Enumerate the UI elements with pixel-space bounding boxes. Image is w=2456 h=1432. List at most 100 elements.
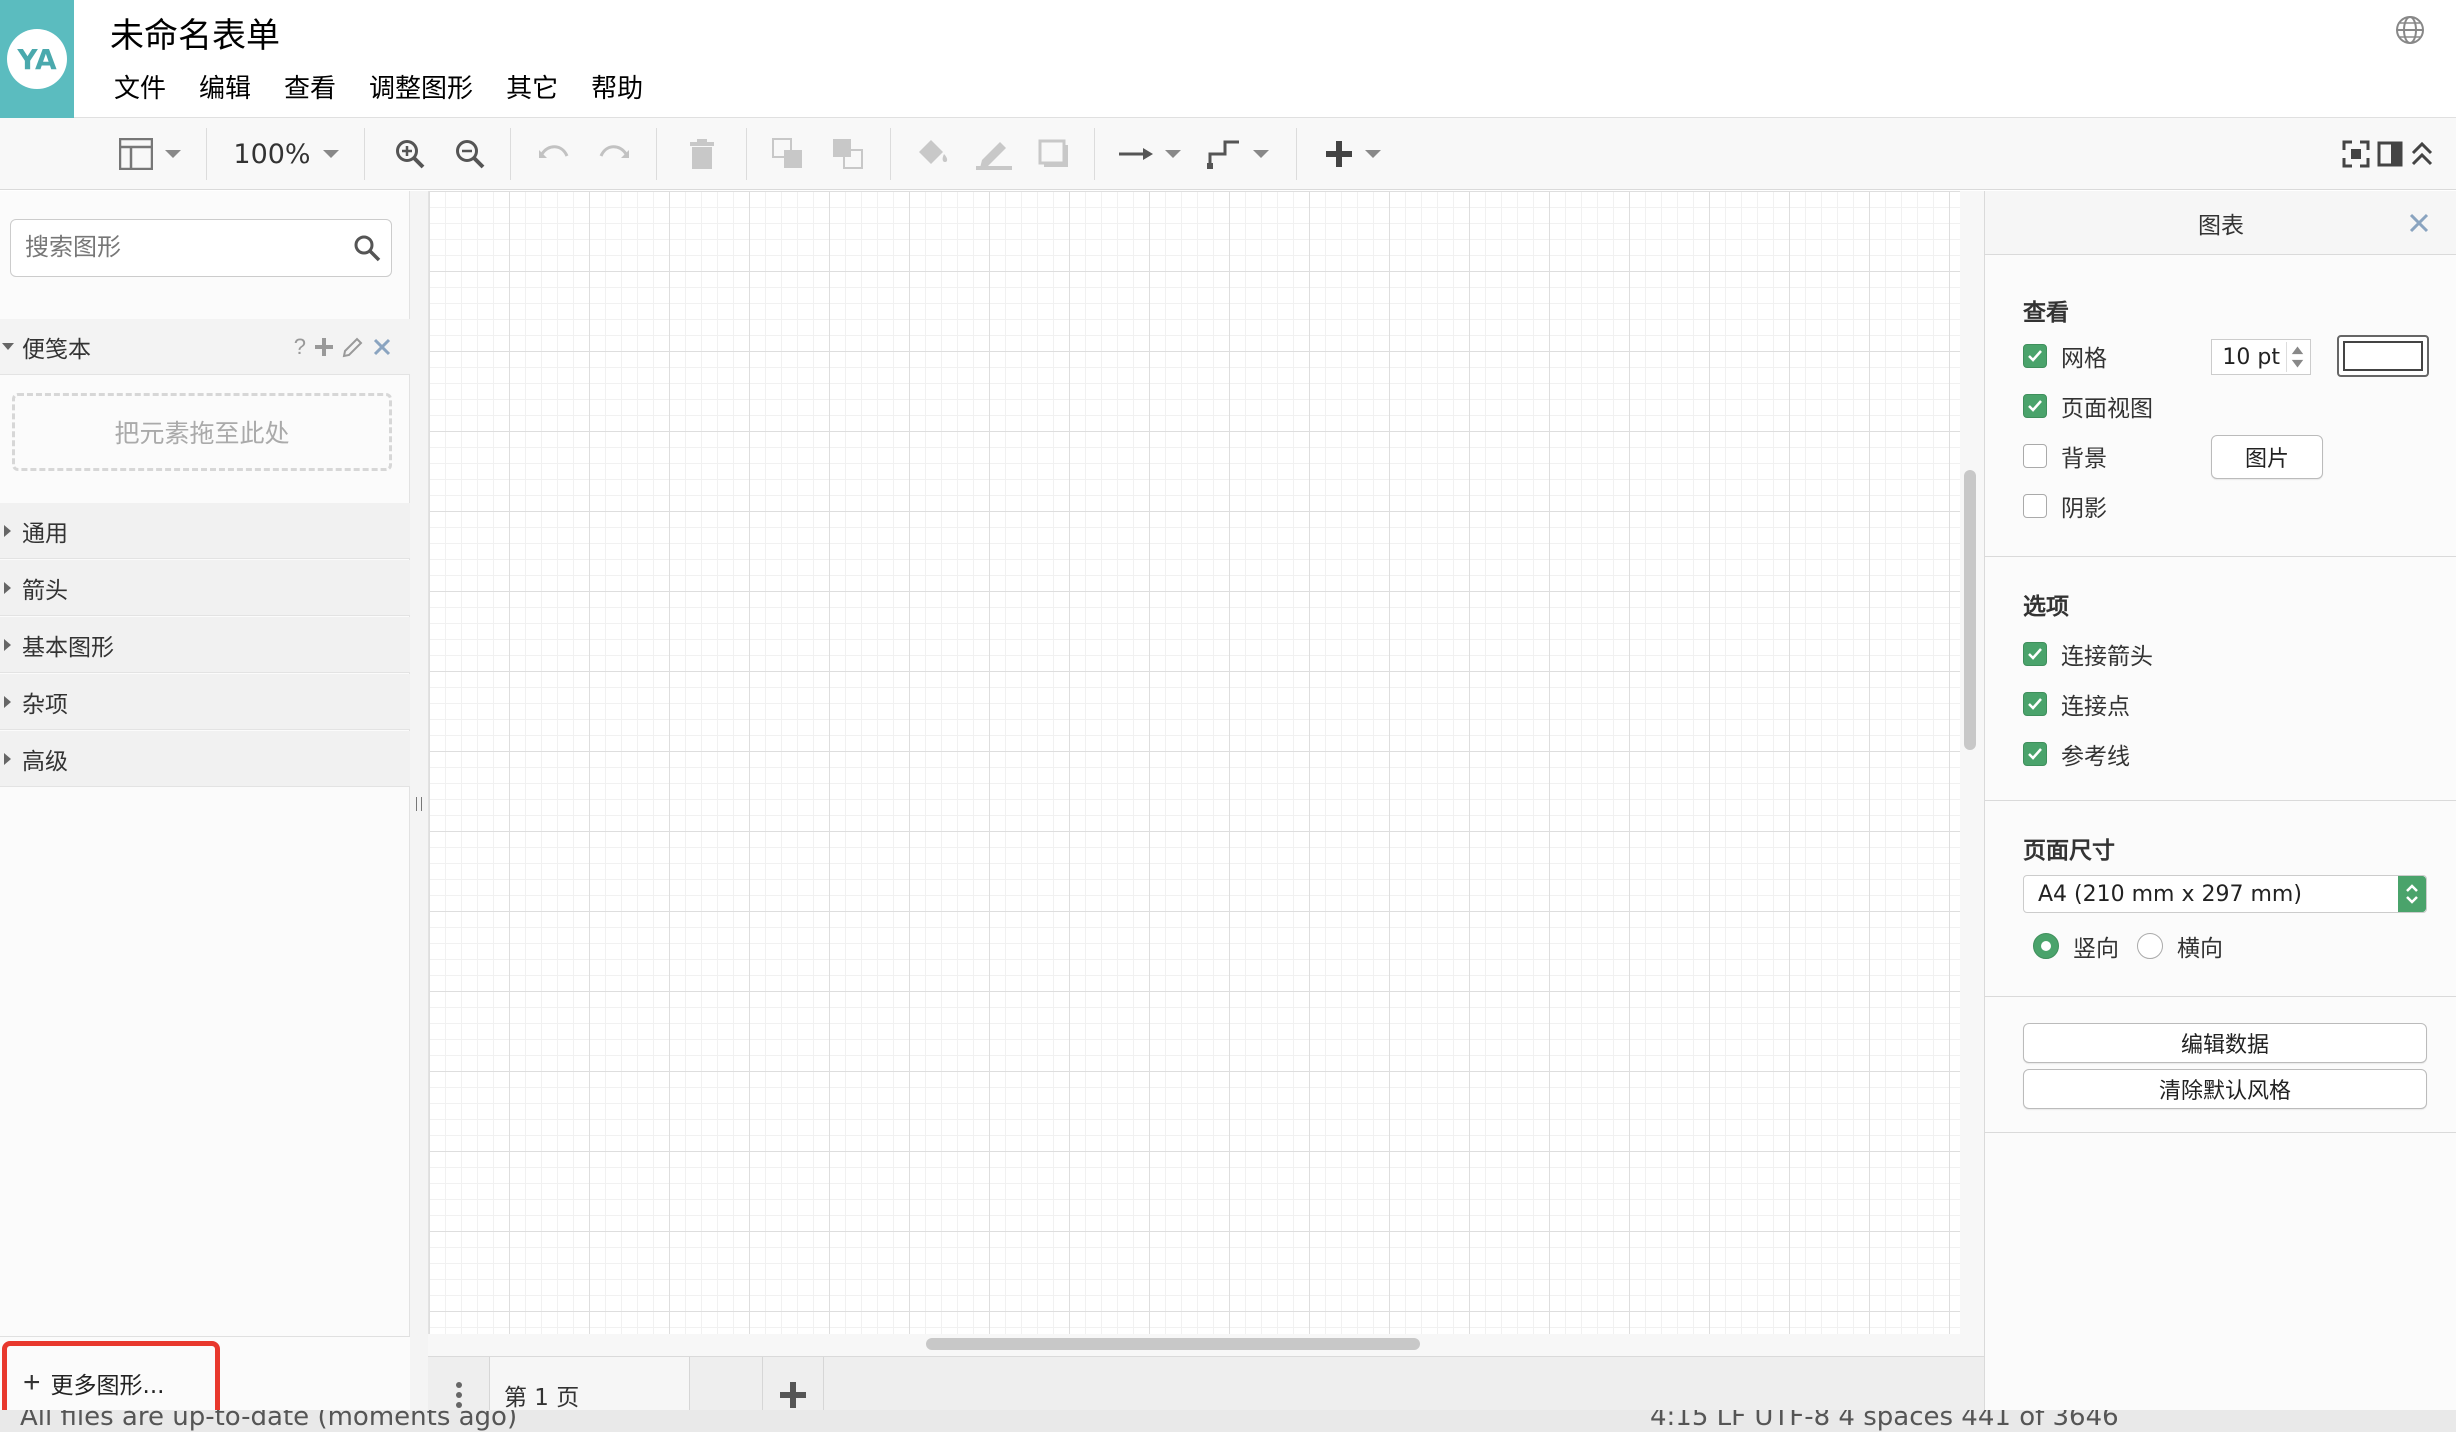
zoom-out-icon [456,140,485,169]
search-icon[interactable] [353,234,381,262]
shapes-sidebar: 便笺本 ? 把元素拖至此处 通用 箭头 基本图形 杂项 [0,191,410,1432]
grid-color-swatch[interactable] [2337,335,2429,377]
section-label: 箭头 [22,577,68,604]
shape-search-input[interactable] [11,220,331,274]
page-view-option[interactable]: 页面视图 [2023,391,2153,422]
vertical-scroll-thumb[interactable] [1964,470,1976,750]
fill-color-button[interactable] [912,118,952,190]
pencil-icon [976,142,1012,170]
chevron-right-icon [4,695,11,708]
fullscreen-icon [2342,140,2370,168]
menu-help[interactable]: 帮助 [591,68,643,105]
line-color-button[interactable] [974,118,1014,190]
undo-icon [539,145,569,158]
connection-points-checkbox[interactable] [2023,692,2047,716]
zoom-dropdown[interactable]: 100% [226,118,346,190]
sidebar-section-basic[interactable]: 基本图形 [0,617,410,673]
more-shapes-label: 更多图形... [50,1373,165,1399]
chevron-down-icon [165,150,181,158]
grid-size-input[interactable]: 10 pt [2211,339,2311,375]
collapse-toolbar-button[interactable] [2404,118,2440,190]
toolbar-divider [364,128,365,180]
sidebar-section-general[interactable]: 通用 [0,503,410,559]
add-icon[interactable] [314,337,334,357]
document-title[interactable]: 未命名表单 [110,8,280,57]
section-label: 通用 [22,520,68,547]
scratchpad-header[interactable]: 便笺本 ? [0,319,410,375]
spinner-arrows-icon[interactable] [2286,342,2308,372]
delete-button[interactable] [682,118,722,190]
edit-pencil-icon[interactable] [342,336,364,358]
menu-file[interactable]: 文件 [114,68,166,105]
zoom-in-button[interactable] [390,118,430,190]
connection-points-option[interactable]: 连接点 [2023,689,2130,720]
menu-extras[interactable]: 其它 [506,68,558,105]
sidebar-splitter[interactable] [410,191,428,1432]
sidebar-section-misc[interactable]: 杂项 [0,674,410,730]
shadow-checkbox[interactable] [2023,494,2047,518]
menu-edit[interactable]: 编辑 [199,68,251,105]
chevron-down-icon [2,343,14,350]
waypoints-dropdown[interactable] [1206,118,1270,190]
panel-layout-button[interactable] [112,118,188,190]
grid-option[interactable]: 网格 [2023,341,2107,372]
button-label: 编辑数据 [2180,1033,2269,1058]
paper-size-value: A4 (210 mm x 297 mm) [2038,881,2302,907]
app-logo[interactable]: YA [0,0,74,118]
horizontal-scroll-thumb[interactable] [926,1338,1420,1350]
page-view-checkbox[interactable] [2023,394,2047,418]
close-icon[interactable] [372,337,392,357]
shadow-option[interactable]: 阴影 [2023,491,2107,522]
insert-dropdown[interactable] [1318,118,1388,190]
page-tab-label: 第 1 页 [504,1385,580,1411]
language-globe-icon[interactable] [2394,14,2426,46]
diagram-canvas[interactable] [428,191,1960,1335]
background-label: 背景 [2061,446,2107,472]
landscape-radio[interactable] [2137,933,2163,959]
chevron-right-icon [4,752,11,765]
landscape-option[interactable]: 横向 [2137,931,2223,962]
app-header: YA 未命名表单 文件 编辑 查看 调整图形 其它 帮助 [0,0,2456,118]
portrait-radio[interactable] [2033,933,2059,959]
group-title: 查看 [2023,300,2069,326]
toolbar-divider [656,128,657,180]
vertical-scrollbar[interactable] [1960,191,1984,1335]
scratchpad-tools: ? [294,334,392,360]
to-front-button[interactable] [768,118,808,190]
connection-style-dropdown[interactable] [1118,118,1182,190]
grid-checkbox[interactable] [2023,344,2047,368]
guides-option[interactable]: 参考线 [2023,739,2130,770]
paper-size-select[interactable]: A4 (210 mm x 297 mm) [2023,875,2427,913]
background-checkbox[interactable] [2023,444,2047,468]
close-icon[interactable] [2408,212,2430,234]
menu-view[interactable]: 查看 [284,68,336,105]
portrait-option[interactable]: 竖向 [2033,931,2119,962]
redo-button[interactable] [594,118,634,190]
shadow-button[interactable] [1034,118,1074,190]
to-back-button[interactable] [828,118,868,190]
connection-arrows-label: 连接箭头 [2061,644,2153,670]
zoom-out-button[interactable] [450,118,490,190]
drag-handle-icon[interactable] [416,797,422,811]
paint-bucket-icon [919,140,948,164]
diagram-actions-group: 编辑数据 清除默认风格 [1985,997,2456,1133]
sidebar-section-arrows[interactable]: 箭头 [0,560,410,616]
help-icon[interactable]: ? [294,334,306,360]
connection-arrows-checkbox[interactable] [2023,642,2047,666]
background-image-button[interactable]: 图片 [2211,435,2323,479]
guides-checkbox[interactable] [2023,742,2047,766]
background-option[interactable]: 背景 [2023,441,2107,472]
format-panel: 图表 查看 网格 10 pt 页面视图 背景 图片 阴影 选项 连接箭头 连接点… [1984,191,2456,1432]
scratchpad-dropzone[interactable]: 把元素拖至此处 [12,393,392,471]
group-title: 页面尺寸 [2023,838,2115,864]
connection-points-label: 连接点 [2061,694,2130,720]
toolbar-divider [746,128,747,180]
menu-arrange[interactable]: 调整图形 [369,68,473,105]
sidebar-section-advanced[interactable]: 高级 [0,731,410,787]
edit-data-button[interactable]: 编辑数据 [2023,1023,2427,1063]
chevron-down-icon [1253,150,1269,158]
clear-default-style-button[interactable]: 清除默认风格 [2023,1069,2427,1109]
undo-button[interactable] [534,118,574,190]
connection-arrows-option[interactable]: 连接箭头 [2023,639,2153,670]
format-panel-tab[interactable]: 图表 [1985,191,2456,255]
